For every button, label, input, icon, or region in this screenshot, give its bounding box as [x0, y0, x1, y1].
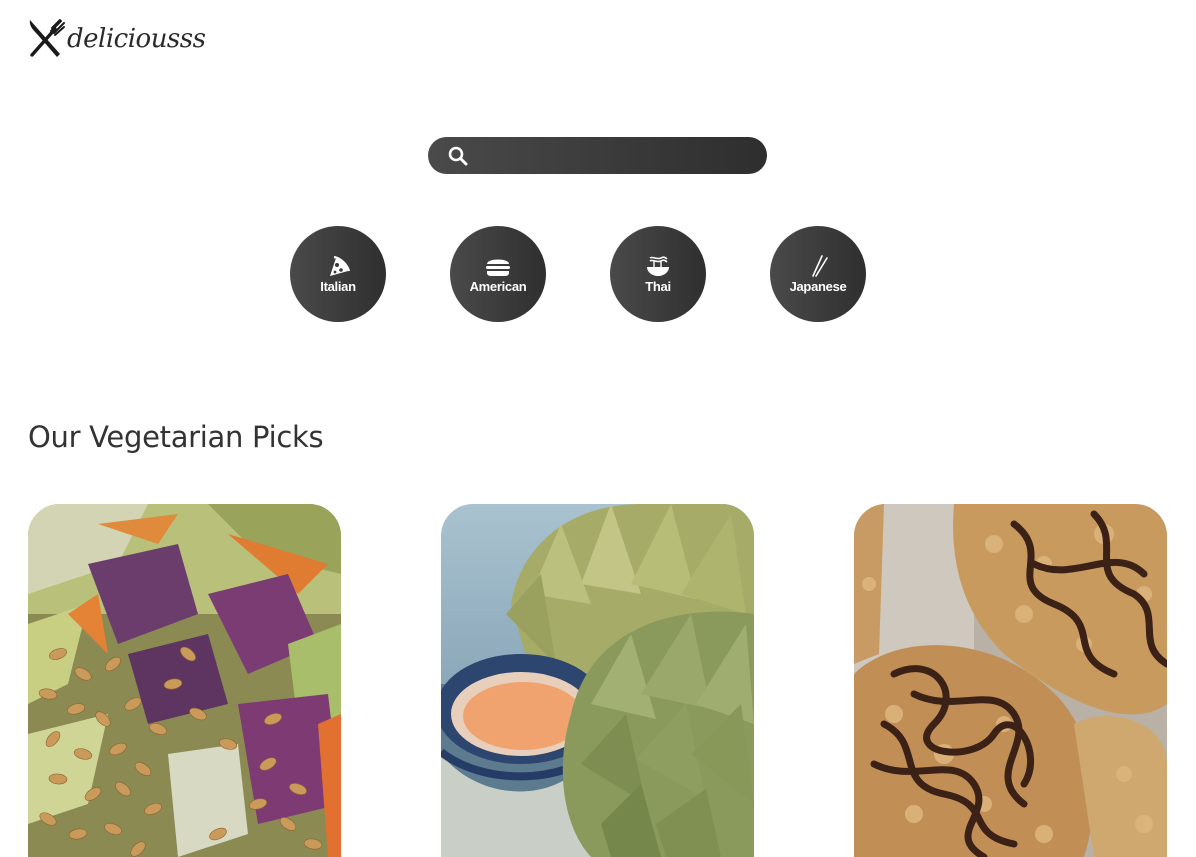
noodle-bowl-icon [647, 255, 669, 276]
burger-icon [486, 259, 510, 276]
salad-photo [28, 504, 341, 857]
search-input[interactable] [468, 137, 767, 174]
brand-logo[interactable]: deliciousss [28, 18, 206, 58]
section-title: Our Vegetarian Picks [28, 420, 324, 454]
chopsticks-icon [812, 254, 828, 277]
category-label: American [469, 278, 527, 294]
pizza-icon [330, 255, 351, 276]
recipe-card-artichoke[interactable] [441, 504, 754, 857]
fork-knife-icon [29, 19, 65, 57]
category-japanese[interactable]: Japanese [770, 226, 866, 322]
search-icon[interactable] [448, 146, 468, 166]
artichoke-photo [441, 504, 754, 857]
page: deliciousss Italian American Thai Japane… [0, 0, 1196, 857]
brand-name: deliciousss [67, 24, 206, 54]
recipe-card-salad[interactable] [28, 504, 341, 857]
category-italian[interactable]: Italian [290, 226, 386, 322]
category-label: Thai [645, 278, 671, 294]
category-label: Japanese [789, 278, 847, 294]
recipe-card-chocolate-dessert[interactable] [854, 504, 1167, 857]
search-bar[interactable] [428, 137, 767, 174]
chocolate-dessert-photo [854, 504, 1167, 857]
category-american[interactable]: American [450, 226, 546, 322]
category-thai[interactable]: Thai [610, 226, 706, 322]
category-label: Italian [320, 278, 356, 294]
